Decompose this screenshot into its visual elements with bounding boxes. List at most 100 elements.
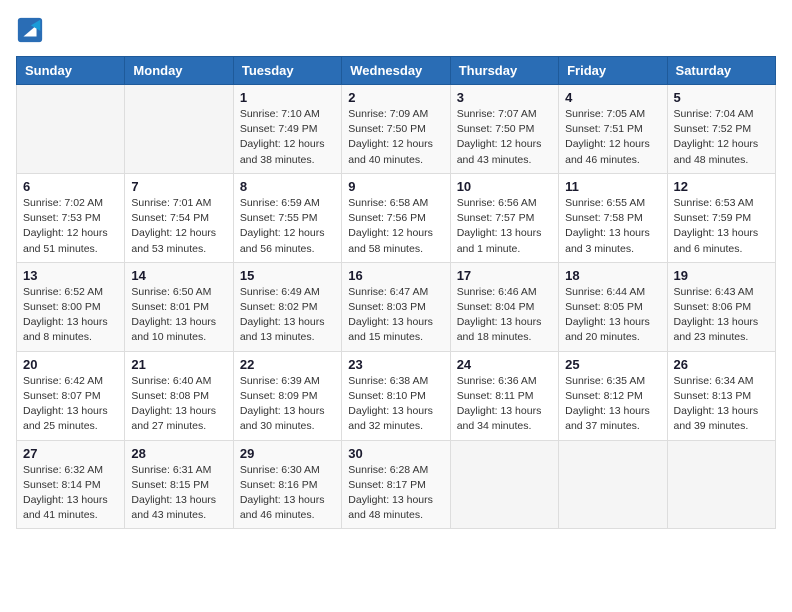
day-info: Sunrise: 6:42 AM Sunset: 8:07 PM Dayligh… bbox=[23, 374, 118, 435]
day-number: 15 bbox=[240, 268, 335, 283]
day-number: 29 bbox=[240, 446, 335, 461]
day-info: Sunrise: 7:01 AM Sunset: 7:54 PM Dayligh… bbox=[131, 196, 226, 257]
day-info: Sunrise: 6:40 AM Sunset: 8:08 PM Dayligh… bbox=[131, 374, 226, 435]
weekday-header-row: SundayMondayTuesdayWednesdayThursdayFrid… bbox=[17, 57, 776, 85]
calendar-cell: 16 Sunrise: 6:47 AM Sunset: 8:03 PM Dayli… bbox=[342, 262, 450, 351]
calendar-cell: 9 Sunrise: 6:58 AM Sunset: 7:56 PM Daylig… bbox=[342, 173, 450, 262]
day-number: 22 bbox=[240, 357, 335, 372]
calendar-body: 1 Sunrise: 7:10 AM Sunset: 7:49 PM Daylig… bbox=[17, 85, 776, 529]
weekday-header-saturday: Saturday bbox=[667, 57, 775, 85]
weekday-header-monday: Monday bbox=[125, 57, 233, 85]
day-number: 4 bbox=[565, 90, 660, 105]
calendar-table: SundayMondayTuesdayWednesdayThursdayFrid… bbox=[16, 56, 776, 529]
calendar-cell: 23 Sunrise: 6:38 AM Sunset: 8:10 PM Dayli… bbox=[342, 351, 450, 440]
calendar-cell: 6Sunrise: 7:02 AM Sunset: 7:53 PM Daylig… bbox=[17, 173, 125, 262]
calendar-cell: 17 Sunrise: 6:46 AM Sunset: 8:04 PM Dayli… bbox=[450, 262, 558, 351]
day-info: Sunrise: 6:44 AM Sunset: 8:05 PM Dayligh… bbox=[565, 285, 660, 346]
calendar-cell: 28 Sunrise: 6:31 AM Sunset: 8:15 PM Dayli… bbox=[125, 440, 233, 529]
day-number: 9 bbox=[348, 179, 443, 194]
page-header bbox=[16, 16, 776, 44]
day-info: Sunrise: 6:34 AM Sunset: 8:13 PM Dayligh… bbox=[674, 374, 769, 435]
day-info: Sunrise: 7:09 AM Sunset: 7:50 PM Dayligh… bbox=[348, 107, 443, 168]
day-info: Sunrise: 6:52 AM Sunset: 8:00 PM Dayligh… bbox=[23, 285, 118, 346]
calendar-cell: 11Sunrise: 6:55 AM Sunset: 7:58 PM Dayli… bbox=[559, 173, 667, 262]
day-info: Sunrise: 6:46 AM Sunset: 8:04 PM Dayligh… bbox=[457, 285, 552, 346]
day-info: Sunrise: 6:53 AM Sunset: 7:59 PM Dayligh… bbox=[674, 196, 769, 257]
day-info: Sunrise: 6:49 AM Sunset: 8:02 PM Dayligh… bbox=[240, 285, 335, 346]
day-number: 19 bbox=[674, 268, 769, 283]
day-number: 3 bbox=[457, 90, 552, 105]
day-number: 21 bbox=[131, 357, 226, 372]
weekday-header-thursday: Thursday bbox=[450, 57, 558, 85]
day-number: 13 bbox=[23, 268, 118, 283]
day-number: 26 bbox=[674, 357, 769, 372]
weekday-header-friday: Friday bbox=[559, 57, 667, 85]
day-number: 20 bbox=[23, 357, 118, 372]
calendar-cell: 19Sunrise: 6:43 AM Sunset: 8:06 PM Dayli… bbox=[667, 262, 775, 351]
calendar-cell: 8 Sunrise: 6:59 AM Sunset: 7:55 PM Daylig… bbox=[233, 173, 341, 262]
calendar-week-1: 1 Sunrise: 7:10 AM Sunset: 7:49 PM Daylig… bbox=[17, 85, 776, 174]
calendar-week-2: 6Sunrise: 7:02 AM Sunset: 7:53 PM Daylig… bbox=[17, 173, 776, 262]
day-number: 17 bbox=[457, 268, 552, 283]
day-info: Sunrise: 6:39 AM Sunset: 8:09 PM Dayligh… bbox=[240, 374, 335, 435]
calendar-cell: 25 Sunrise: 6:35 AM Sunset: 8:12 PM Dayli… bbox=[559, 351, 667, 440]
day-number: 28 bbox=[131, 446, 226, 461]
calendar-header: SundayMondayTuesdayWednesdayThursdayFrid… bbox=[17, 57, 776, 85]
calendar-cell: 12 Sunrise: 6:53 AM Sunset: 7:59 PM Dayli… bbox=[667, 173, 775, 262]
calendar-cell: 22 Sunrise: 6:39 AM Sunset: 8:09 PM Dayli… bbox=[233, 351, 341, 440]
calendar-cell: 27Sunrise: 6:32 AM Sunset: 8:14 PM Dayli… bbox=[17, 440, 125, 529]
calendar-cell bbox=[667, 440, 775, 529]
calendar-cell bbox=[450, 440, 558, 529]
logo bbox=[16, 16, 48, 44]
calendar-cell: 3 Sunrise: 7:07 AM Sunset: 7:50 PM Daylig… bbox=[450, 85, 558, 174]
day-number: 25 bbox=[565, 357, 660, 372]
calendar-cell: 15 Sunrise: 6:49 AM Sunset: 8:02 PM Dayli… bbox=[233, 262, 341, 351]
day-info: Sunrise: 6:30 AM Sunset: 8:16 PM Dayligh… bbox=[240, 463, 335, 524]
day-number: 18 bbox=[565, 268, 660, 283]
calendar-cell: 18 Sunrise: 6:44 AM Sunset: 8:05 PM Dayli… bbox=[559, 262, 667, 351]
calendar-cell: 20 Sunrise: 6:42 AM Sunset: 8:07 PM Dayli… bbox=[17, 351, 125, 440]
day-number: 16 bbox=[348, 268, 443, 283]
calendar-week-4: 20 Sunrise: 6:42 AM Sunset: 8:07 PM Dayli… bbox=[17, 351, 776, 440]
day-number: 1 bbox=[240, 90, 335, 105]
day-info: Sunrise: 6:50 AM Sunset: 8:01 PM Dayligh… bbox=[131, 285, 226, 346]
day-info: Sunrise: 6:31 AM Sunset: 8:15 PM Dayligh… bbox=[131, 463, 226, 524]
calendar-week-5: 27Sunrise: 6:32 AM Sunset: 8:14 PM Dayli… bbox=[17, 440, 776, 529]
calendar-cell: 5Sunrise: 7:04 AM Sunset: 7:52 PM Daylig… bbox=[667, 85, 775, 174]
day-info: Sunrise: 7:10 AM Sunset: 7:49 PM Dayligh… bbox=[240, 107, 335, 168]
calendar-cell: 29 Sunrise: 6:30 AM Sunset: 8:16 PM Dayli… bbox=[233, 440, 341, 529]
day-number: 23 bbox=[348, 357, 443, 372]
calendar-week-3: 13 Sunrise: 6:52 AM Sunset: 8:00 PM Dayli… bbox=[17, 262, 776, 351]
day-info: Sunrise: 6:55 AM Sunset: 7:58 PM Dayligh… bbox=[565, 196, 660, 257]
day-info: Sunrise: 6:59 AM Sunset: 7:55 PM Dayligh… bbox=[240, 196, 335, 257]
day-number: 12 bbox=[674, 179, 769, 194]
calendar-cell: 14 Sunrise: 6:50 AM Sunset: 8:01 PM Dayli… bbox=[125, 262, 233, 351]
day-number: 5 bbox=[674, 90, 769, 105]
logo-icon bbox=[16, 16, 44, 44]
day-info: Sunrise: 7:05 AM Sunset: 7:51 PM Dayligh… bbox=[565, 107, 660, 168]
weekday-header-sunday: Sunday bbox=[17, 57, 125, 85]
day-info: Sunrise: 7:02 AM Sunset: 7:53 PM Dayligh… bbox=[23, 196, 118, 257]
day-number: 24 bbox=[457, 357, 552, 372]
calendar-cell: 2Sunrise: 7:09 AM Sunset: 7:50 PM Daylig… bbox=[342, 85, 450, 174]
calendar-cell: 4 Sunrise: 7:05 AM Sunset: 7:51 PM Daylig… bbox=[559, 85, 667, 174]
day-info: Sunrise: 6:38 AM Sunset: 8:10 PM Dayligh… bbox=[348, 374, 443, 435]
calendar-cell: 1 Sunrise: 7:10 AM Sunset: 7:49 PM Daylig… bbox=[233, 85, 341, 174]
day-info: Sunrise: 6:58 AM Sunset: 7:56 PM Dayligh… bbox=[348, 196, 443, 257]
calendar-cell: 26 Sunrise: 6:34 AM Sunset: 8:13 PM Dayli… bbox=[667, 351, 775, 440]
day-info: Sunrise: 6:35 AM Sunset: 8:12 PM Dayligh… bbox=[565, 374, 660, 435]
day-info: Sunrise: 6:36 AM Sunset: 8:11 PM Dayligh… bbox=[457, 374, 552, 435]
day-number: 7 bbox=[131, 179, 226, 194]
day-number: 8 bbox=[240, 179, 335, 194]
calendar-cell bbox=[17, 85, 125, 174]
day-info: Sunrise: 6:28 AM Sunset: 8:17 PM Dayligh… bbox=[348, 463, 443, 524]
calendar-cell bbox=[559, 440, 667, 529]
day-number: 10 bbox=[457, 179, 552, 194]
calendar-cell: 24 Sunrise: 6:36 AM Sunset: 8:11 PM Dayli… bbox=[450, 351, 558, 440]
day-info: Sunrise: 6:47 AM Sunset: 8:03 PM Dayligh… bbox=[348, 285, 443, 346]
calendar-cell: 21 Sunrise: 6:40 AM Sunset: 8:08 PM Dayli… bbox=[125, 351, 233, 440]
calendar-cell: 30Sunrise: 6:28 AM Sunset: 8:17 PM Dayli… bbox=[342, 440, 450, 529]
day-number: 14 bbox=[131, 268, 226, 283]
calendar-cell: 7 Sunrise: 7:01 AM Sunset: 7:54 PM Daylig… bbox=[125, 173, 233, 262]
day-info: Sunrise: 7:07 AM Sunset: 7:50 PM Dayligh… bbox=[457, 107, 552, 168]
